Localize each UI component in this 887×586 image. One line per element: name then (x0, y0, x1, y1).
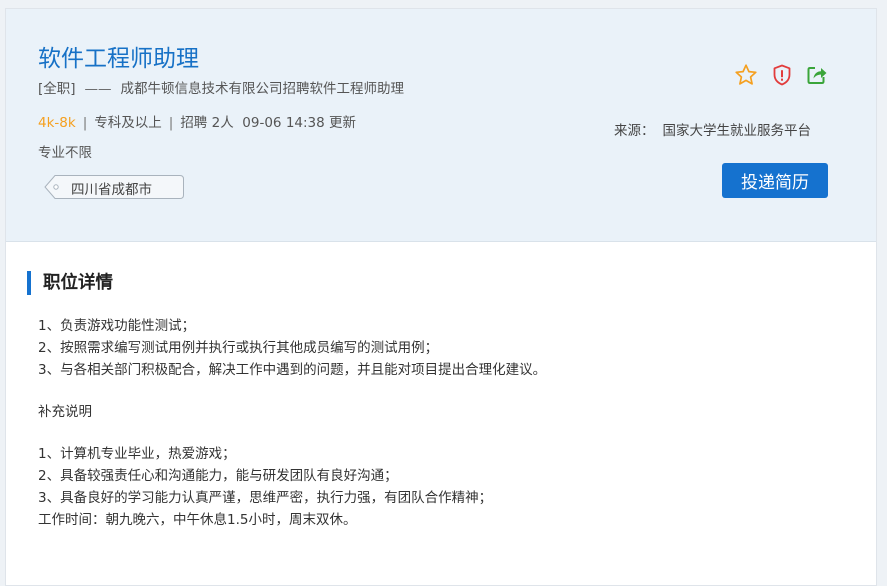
company-line: 成都牛顿信息技术有限公司招聘软件工程师助理 (120, 81, 405, 97)
duty-item: 1、负责游戏功能性测试； (38, 318, 196, 334)
job-meta: 4k-8k | 专科及以上 | 招聘 2人 09-06 14:38 更新 (38, 111, 356, 131)
major-requirement: 专业不限 (38, 145, 92, 161)
requirement-item: 2、具备较强责任心和沟通能力，能与研发团队有良好沟通； (38, 468, 398, 484)
subtitle-dash: —— (84, 81, 112, 97)
source-info: 来源： 国家大学生就业服务平台 (614, 119, 811, 139)
source-value: 国家大学生就业服务平台 (662, 123, 812, 139)
source-label: 来源： (614, 123, 655, 139)
job-card: 软件工程师助理 [全职] —— 成都牛顿信息技术有限公司招聘软件工程师助理 4k-8… (5, 8, 877, 586)
requirement-item: 3、具备良好的学习能力认真严谨，思维严密，执行力强，有团队合作精神； (38, 490, 493, 506)
location-tag: 四川省成都市 (44, 175, 184, 199)
duty-item: 3、与各相关部门积极配合，解决工作中遇到的问题，并且能对项目提出合理化建议。 (38, 362, 547, 378)
star-icon[interactable] (734, 63, 758, 87)
job-header: 软件工程师助理 [全职] —— 成都牛顿信息技术有限公司招聘软件工程师助理 4k-8… (6, 9, 876, 242)
update-time: 09-06 14:38 更新 (242, 115, 357, 131)
section-title-job-details: 职位详情 (27, 271, 113, 295)
job-description: 1、负责游戏功能性测试； 2、按照需求编写测试用例并执行或执行其他成员编写的测试… (38, 315, 858, 531)
education: 专科及以上 (94, 115, 162, 131)
job-subtitle: [全职] —— 成都牛顿信息技术有限公司招聘软件工程师助理 (38, 77, 404, 97)
recruit-count: 招聘 2人 (180, 115, 234, 131)
location-text: 四川省成都市 (71, 182, 152, 198)
share-icon[interactable] (805, 63, 829, 87)
requirement-item: 1、计算机专业毕业，热爱游戏； (38, 446, 236, 462)
meta-separator: | (82, 115, 88, 131)
shield-alert-icon[interactable] (770, 63, 794, 87)
apply-resume-button[interactable]: 投递简历 (722, 163, 828, 198)
job-title: 软件工程师助理 (38, 46, 199, 72)
meta-separator: | (168, 115, 174, 131)
job-type: [全职] (38, 81, 76, 97)
duty-item: 2、按照需求编写测试用例并执行或执行其他成员编写的测试用例； (38, 340, 439, 356)
salary: 4k-8k (38, 115, 76, 131)
action-icons (734, 63, 834, 89)
work-hours: 工作时间：朝九晚六，中午休息1.5小时，周末双休。 (38, 512, 357, 528)
supplement-title: 补充说明 (38, 404, 92, 420)
